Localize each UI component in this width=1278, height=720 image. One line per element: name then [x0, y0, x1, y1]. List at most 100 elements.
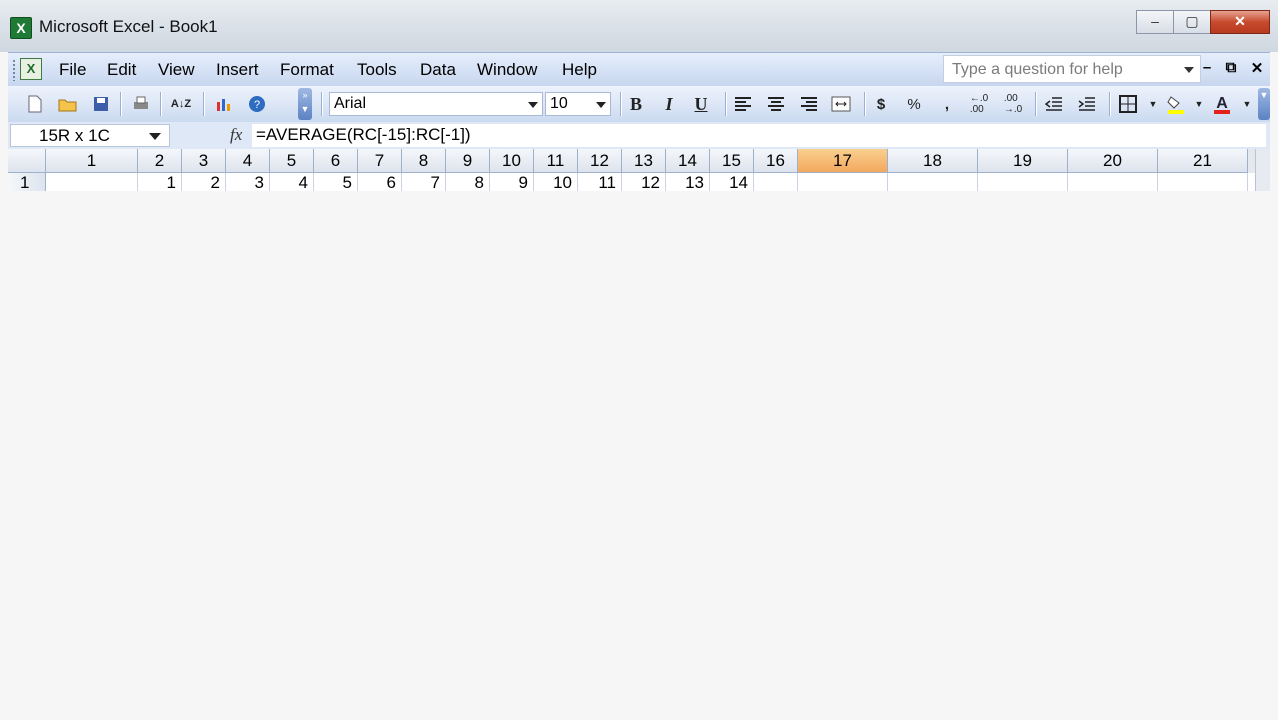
workbook-icon[interactable]: X [20, 58, 42, 80]
font-size-select[interactable]: 10 [545, 92, 611, 116]
insert-function-icon[interactable]: fx [230, 125, 242, 145]
menu-data[interactable]: Data [420, 60, 456, 80]
cell-r1-c19[interactable] [978, 173, 1068, 191]
cell-r1-c7[interactable]: 6 [358, 173, 402, 191]
workbook-minimize-button[interactable]: – [1198, 59, 1216, 76]
decrease-indent-icon[interactable] [1043, 93, 1065, 115]
fill-color-icon[interactable] [1165, 93, 1187, 115]
column-header-16[interactable]: 16 [754, 149, 798, 173]
chevron-down-icon[interactable] [1184, 67, 1194, 73]
cell-r1-c4[interactable]: 3 [226, 173, 270, 191]
toolbar-options-chevron-icon[interactable]: » ▼ [298, 88, 312, 120]
open-folder-icon[interactable] [57, 93, 79, 115]
cell-r1-c5[interactable]: 4 [270, 173, 314, 191]
chevron-down-icon[interactable] [596, 102, 606, 108]
formula-input[interactable]: =AVERAGE(RC[-15]:RC[-1]) [252, 124, 1266, 147]
merge-center-icon[interactable] [830, 93, 852, 115]
font-color-dropdown-icon[interactable]: ▼ [1236, 93, 1258, 115]
cell-r1-c20[interactable] [1068, 173, 1158, 191]
cell-r1-c17[interactable] [798, 173, 888, 191]
percent-button[interactable]: % [903, 93, 925, 115]
chart-wizard-icon[interactable] [213, 93, 235, 115]
currency-button[interactable]: $ [870, 93, 892, 115]
vertical-scrollbar[interactable] [1255, 149, 1270, 191]
cell-r1-c18[interactable] [888, 173, 978, 191]
chevron-down-icon[interactable] [528, 102, 538, 108]
cell-r1-c15[interactable]: 14 [710, 173, 754, 191]
column-header-3[interactable]: 3 [182, 149, 226, 173]
cell-r1-c3[interactable]: 2 [182, 173, 226, 191]
minimize-button[interactable]: – [1136, 10, 1174, 34]
cell-r1-c9[interactable]: 8 [446, 173, 490, 191]
menu-file[interactable]: File [59, 60, 86, 80]
help-icon[interactable]: ? [246, 93, 268, 115]
column-header-13[interactable]: 13 [622, 149, 666, 173]
excel-app-icon[interactable]: X [10, 17, 32, 39]
workbook-close-button[interactable]: ✕ [1248, 59, 1266, 77]
chevron-down-icon[interactable] [149, 133, 161, 140]
decrease-decimal-icon[interactable]: .00 →.0 [1002, 93, 1024, 115]
font-color-icon[interactable]: A [1211, 93, 1233, 115]
column-header-18[interactable]: 18 [888, 149, 978, 173]
borders-icon[interactable] [1117, 93, 1139, 115]
column-header-10[interactable]: 10 [490, 149, 534, 173]
cell-r1-c8[interactable]: 7 [402, 173, 446, 191]
new-document-icon[interactable] [24, 93, 46, 115]
menu-view[interactable]: View [158, 60, 195, 80]
menu-edit[interactable]: Edit [107, 60, 136, 80]
print-icon[interactable] [130, 93, 152, 115]
column-header-7[interactable]: 7 [358, 149, 402, 173]
cell-r1-c11[interactable]: 10 [534, 173, 578, 191]
cell-r1-c6[interactable]: 5 [314, 173, 358, 191]
align-center-icon[interactable] [765, 93, 787, 115]
column-header-6[interactable]: 6 [314, 149, 358, 173]
menu-insert[interactable]: Insert [216, 60, 259, 80]
column-header-5[interactable]: 5 [270, 149, 314, 173]
help-search-input[interactable]: Type a question for help [943, 55, 1201, 83]
font-name-select[interactable]: Arial [329, 92, 543, 116]
increase-indent-icon[interactable] [1076, 93, 1098, 115]
underline-button[interactable]: U [690, 93, 712, 115]
menu-help[interactable]: Help [562, 60, 597, 80]
column-header-2[interactable]: 2 [138, 149, 182, 173]
menu-window[interactable]: Window [477, 60, 537, 80]
align-right-icon[interactable] [798, 93, 820, 115]
cell-r1-c10[interactable]: 9 [490, 173, 534, 191]
toolbar-options-chevron-icon[interactable]: ▼ [1258, 88, 1270, 120]
column-header-8[interactable]: 8 [402, 149, 446, 173]
sort-ascending-icon[interactable]: A↓Z [170, 93, 192, 115]
column-header-1[interactable]: 1 [46, 149, 138, 173]
align-left-icon[interactable] [732, 93, 754, 115]
close-button[interactable]: ✕ [1210, 10, 1270, 34]
menu-tools[interactable]: Tools [357, 60, 397, 80]
bold-button[interactable]: B [625, 93, 647, 115]
cell-r1-c13[interactable]: 12 [622, 173, 666, 191]
column-header-4[interactable]: 4 [226, 149, 270, 173]
column-header-11[interactable]: 11 [534, 149, 578, 173]
save-icon[interactable] [90, 93, 112, 115]
cell-r1-c2[interactable]: 1 [138, 173, 182, 191]
column-header-15[interactable]: 15 [710, 149, 754, 173]
cell-r1-c16[interactable] [754, 173, 798, 191]
column-header-17[interactable]: 17 [798, 149, 888, 173]
column-header-21[interactable]: 21 [1158, 149, 1248, 173]
column-header-14[interactable]: 14 [666, 149, 710, 173]
menu-format[interactable]: Format [280, 60, 334, 80]
cell-r1-c21[interactable] [1158, 173, 1248, 191]
cell-r1-c12[interactable]: 11 [578, 173, 622, 191]
fill-color-dropdown-icon[interactable]: ▼ [1188, 93, 1210, 115]
column-header-9[interactable]: 9 [446, 149, 490, 173]
italic-button[interactable]: I [658, 93, 680, 115]
column-header-20[interactable]: 20 [1068, 149, 1158, 173]
name-box[interactable]: 15R x 1C [10, 124, 170, 147]
menubar-grip-icon[interactable] [12, 59, 16, 81]
increase-decimal-icon[interactable]: ←.0.00 [968, 93, 990, 115]
cell-r1-c1[interactable] [46, 173, 138, 191]
cell-r1-c14[interactable]: 13 [666, 173, 710, 191]
workbook-restore-button[interactable]: ⧉ [1222, 59, 1240, 76]
column-header-19[interactable]: 19 [978, 149, 1068, 173]
borders-dropdown-icon[interactable]: ▼ [1142, 93, 1164, 115]
select-all-corner[interactable] [8, 149, 46, 173]
column-header-12[interactable]: 12 [578, 149, 622, 173]
row-header[interactable]: 1 [8, 173, 46, 191]
